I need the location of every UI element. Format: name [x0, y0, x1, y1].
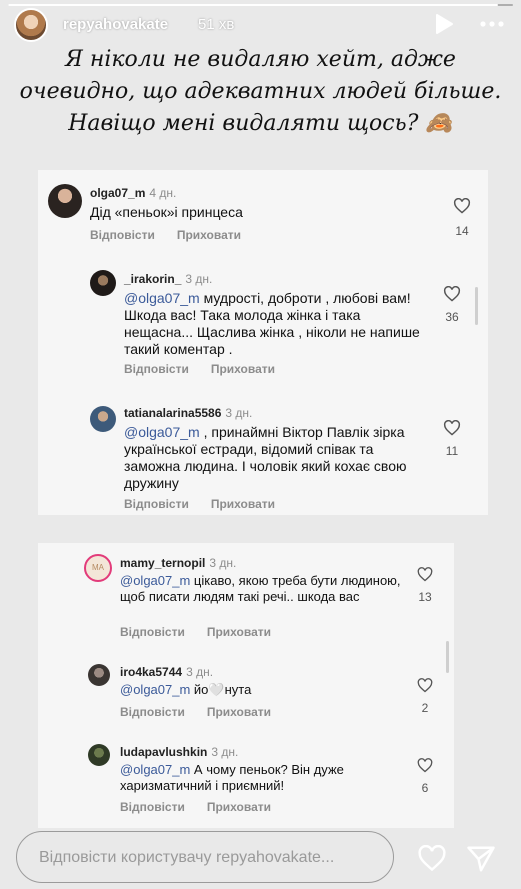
- like-count: 2: [421, 701, 429, 715]
- like-story-heart-icon[interactable]: [417, 844, 447, 877]
- avatar[interactable]: MA: [84, 554, 112, 582]
- comments-screenshot-2: MA mamy_ternopil 3 дн. @olga07_m цікаво, …: [38, 543, 454, 828]
- comment-username[interactable]: mamy_ternopil 3 дн.: [120, 556, 236, 570]
- comment-actions: Відповісти Приховати: [120, 625, 271, 639]
- mention-link[interactable]: @olga07_m: [120, 762, 190, 777]
- reply-button[interactable]: Відповісти: [120, 800, 185, 814]
- comment-item: _irakorin_ 3 дн. @olga07_m мудрості, добр…: [90, 270, 480, 385]
- comment-username[interactable]: iro4ka5744 3 дн.: [120, 665, 213, 679]
- avatar[interactable]: [14, 8, 48, 42]
- heart-icon[interactable]: [417, 567, 433, 587]
- reply-button[interactable]: Відповісти: [120, 705, 185, 719]
- mention-link[interactable]: @olga07_m: [120, 573, 190, 588]
- comment-item: tatianalarina5586 3 дн. @olga07_m , прина…: [90, 406, 480, 516]
- mention-link[interactable]: @olga07_m: [124, 290, 200, 306]
- comment-text: @olga07_m , принаймні Віктор Павлік зірк…: [124, 424, 407, 491]
- comment-item: ludapavlushkin 3 дн. @olga07_m А чому пен…: [88, 744, 438, 819]
- like-count: 14: [455, 224, 469, 238]
- more-dots-icon[interactable]: [480, 14, 504, 39]
- reply-input[interactable]: [37, 844, 371, 872]
- caption-line: Навіщо мені видаляти щось? 🙈: [68, 111, 453, 136]
- scrollbar[interactable]: [446, 641, 449, 673]
- scrollbar[interactable]: [475, 287, 478, 325]
- comment-actions: Відповісти Приховати: [124, 362, 275, 376]
- hide-button[interactable]: Приховати: [207, 625, 271, 639]
- comment-actions: Відповісти Приховати: [120, 705, 271, 719]
- comment-text: @olga07_m цікаво, якою треба бути людино…: [120, 573, 401, 604]
- mention-link[interactable]: @olga07_m: [124, 424, 200, 440]
- like-count: 36: [445, 310, 459, 324]
- reply-button[interactable]: Відповісти: [124, 362, 189, 376]
- comment-text: @olga07_m А чому пеньок? Він дуже харизм…: [120, 762, 344, 793]
- hide-button[interactable]: Приховати: [211, 362, 275, 376]
- reply-button[interactable]: Відповісти: [124, 497, 189, 511]
- comment-actions: Відповісти Приховати: [90, 228, 241, 242]
- comment-text: @olga07_m мудрості, доброти , любові вам…: [124, 290, 420, 357]
- reply-button[interactable]: Відповісти: [120, 625, 185, 639]
- comments-screenshot-1: olga07_m 4 дн. Дід «пеньок»і принцеса Від…: [38, 170, 488, 515]
- like-count: 13: [418, 590, 432, 604]
- avatar[interactable]: [88, 664, 110, 686]
- story-time-ago: 51 хв: [198, 16, 235, 33]
- play-icon[interactable]: [434, 13, 454, 40]
- reply-button[interactable]: Відповісти: [90, 228, 155, 242]
- comment-item: iro4ka5744 3 дн. @olga07_m йо🤍нута Відпов…: [88, 664, 438, 724]
- comment-actions: Відповісти Приховати: [120, 800, 271, 814]
- like-count: 6: [421, 781, 429, 795]
- heart-icon[interactable]: [417, 758, 433, 778]
- comment-item: olga07_m 4 дн. Дід «пеньок»і принцеса Від…: [48, 184, 478, 264]
- avatar[interactable]: [48, 184, 82, 218]
- hide-button[interactable]: Приховати: [211, 497, 275, 511]
- comment-text: Дід «пеньок»і принцеса: [90, 204, 243, 220]
- comment-text: @olga07_m йо🤍нута: [120, 682, 252, 697]
- hide-button[interactable]: Приховати: [177, 228, 241, 242]
- comment-username[interactable]: tatianalarina5586 3 дн.: [124, 406, 252, 420]
- comment-actions: Відповісти Приховати: [124, 497, 275, 511]
- story-username[interactable]: repyahovakate: [63, 16, 168, 33]
- story-header: repyahovakate 51 хв: [10, 8, 511, 42]
- story-progress-fill: [8, 4, 498, 6]
- story-progress-bar: [8, 4, 513, 6]
- comment-username[interactable]: ludapavlushkin 3 дн.: [120, 745, 238, 759]
- comment-username[interactable]: olga07_m 4 дн.: [90, 186, 176, 200]
- caption-line: очевидно, що адекватних людей більше.: [19, 79, 502, 104]
- heart-icon[interactable]: [417, 678, 433, 698]
- send-icon[interactable]: [466, 845, 496, 878]
- avatar[interactable]: [90, 406, 116, 432]
- avatar[interactable]: [88, 744, 110, 766]
- hide-button[interactable]: Приховати: [207, 800, 271, 814]
- hide-button[interactable]: Приховати: [207, 705, 271, 719]
- story-caption: Я ніколи не видаляю хейт, адже очевидно,…: [0, 44, 521, 140]
- comment-username[interactable]: _irakorin_ 3 дн.: [124, 272, 212, 286]
- caption-line: Я ніколи не видаляю хейт, адже: [65, 47, 456, 72]
- like-count: 11: [445, 444, 459, 458]
- mention-link[interactable]: @olga07_m: [120, 682, 190, 697]
- heart-icon[interactable]: [443, 285, 461, 307]
- avatar[interactable]: [90, 270, 116, 296]
- heart-icon[interactable]: [453, 197, 471, 219]
- heart-icon[interactable]: [443, 419, 461, 441]
- comment-item: MA mamy_ternopil 3 дн. @olga07_m цікаво, …: [84, 554, 444, 644]
- story-reply-bar: [16, 831, 394, 883]
